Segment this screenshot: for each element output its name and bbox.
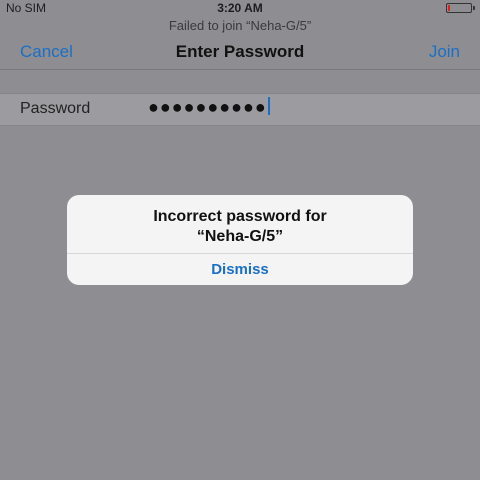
- navigation-bar: Cancel Enter Password Join: [0, 36, 480, 70]
- nav-divider: [0, 69, 480, 70]
- password-row: Password ●●●●●●●●●●: [0, 93, 480, 126]
- alert-message-line-2: “Neha-G/5”: [196, 228, 284, 245]
- text-caret: [267, 97, 270, 115]
- password-input[interactable]: ●●●●●●●●●●: [148, 97, 270, 121]
- password-masked-value: ●●●●●●●●●●: [148, 97, 267, 117]
- status-bar: No SIM 3:20 AM: [0, 0, 480, 16]
- join-button[interactable]: Join: [429, 42, 460, 62]
- dismiss-button[interactable]: Dismiss: [67, 254, 413, 285]
- join-prompt: Failed to join “Neha-G/5”: [168, 18, 312, 33]
- battery-level-fill: [448, 5, 450, 11]
- alert-message-line-1: Incorrect password for: [153, 208, 327, 225]
- password-label: Password: [20, 100, 91, 117]
- alert-dialog: Incorrect password for “Neha-G/5” Dismis…: [67, 195, 413, 285]
- battery-low-icon: [446, 3, 475, 13]
- status-time: 3:20 AM: [217, 1, 263, 15]
- alert-message: Incorrect password for “Neha-G/5”: [67, 207, 413, 247]
- page-title: Enter Password: [175, 42, 305, 61]
